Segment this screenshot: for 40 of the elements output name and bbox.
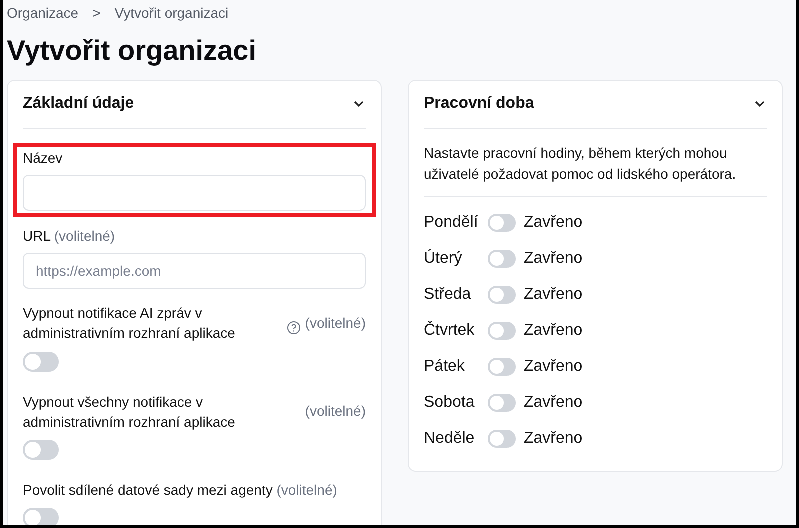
status-text: Zavřeno bbox=[524, 212, 583, 233]
toggle-switch[interactable] bbox=[488, 322, 516, 340]
day-label: Pátek bbox=[424, 356, 466, 377]
breadcrumb-current: Vytvořit organizaci bbox=[114, 4, 229, 23]
toggle-switch[interactable] bbox=[488, 286, 516, 304]
input-field[interactable]: https://example.com bbox=[23, 252, 366, 289]
day-label: Pondělí bbox=[424, 212, 480, 233]
toggle-switch[interactable] bbox=[488, 394, 516, 412]
input-field[interactable] bbox=[23, 174, 366, 211]
page-title: Vytvořit organizaci bbox=[7, 34, 258, 68]
field-label: Vypnout všechny notifikace v administrativním rozhraní aplikace bbox=[23, 392, 236, 432]
status-text: Zavřeno bbox=[524, 392, 583, 413]
section-title: Pracovní doba bbox=[424, 94, 534, 114]
day-label: Neděle bbox=[424, 428, 476, 449]
field-label: Povolit sdílené datové sady mezi agenty (volitelné) bbox=[23, 481, 338, 500]
status-text: Zavřeno bbox=[524, 284, 583, 305]
day-label: Sobota bbox=[424, 392, 476, 413]
status-text: Zavřeno bbox=[524, 248, 583, 269]
status-text: Zavřeno bbox=[524, 320, 583, 341]
breadcrumb-link[interactable]: Organizace bbox=[7, 3, 79, 24]
field-label: URL (volitelné) bbox=[23, 226, 116, 245]
toggle-switch[interactable] bbox=[23, 508, 59, 525]
toggle-switch[interactable] bbox=[488, 430, 516, 448]
status-text: Zavřeno bbox=[524, 428, 583, 449]
description-text: Nastavte pracovní hodiny, během kterých mohou uživatelé požadovat pomoc od lidského operátora. bbox=[424, 128, 767, 197]
optional-hint: (volitelné) bbox=[305, 314, 366, 333]
breadcrumb-separator: > bbox=[92, 4, 101, 23]
toggle-switch[interactable] bbox=[23, 352, 59, 372]
field-label: Vypnout notifikace AI zpráv v administrativním rozhraní aplikace bbox=[23, 304, 236, 344]
optional-hint: (volitelné) bbox=[305, 402, 366, 422]
day-label: Úterý bbox=[424, 248, 464, 269]
toggle-switch[interactable] bbox=[488, 250, 516, 268]
toggle-switch[interactable] bbox=[23, 440, 59, 460]
toggle-switch[interactable] bbox=[488, 358, 516, 376]
day-label: Čtvrtek bbox=[424, 320, 476, 341]
field-label: Název bbox=[23, 148, 64, 167]
toggle-switch[interactable] bbox=[488, 214, 516, 232]
status-text: Zavřeno bbox=[524, 356, 583, 377]
section-title: Základní údaje bbox=[23, 94, 134, 114]
day-label: Středa bbox=[424, 284, 472, 305]
